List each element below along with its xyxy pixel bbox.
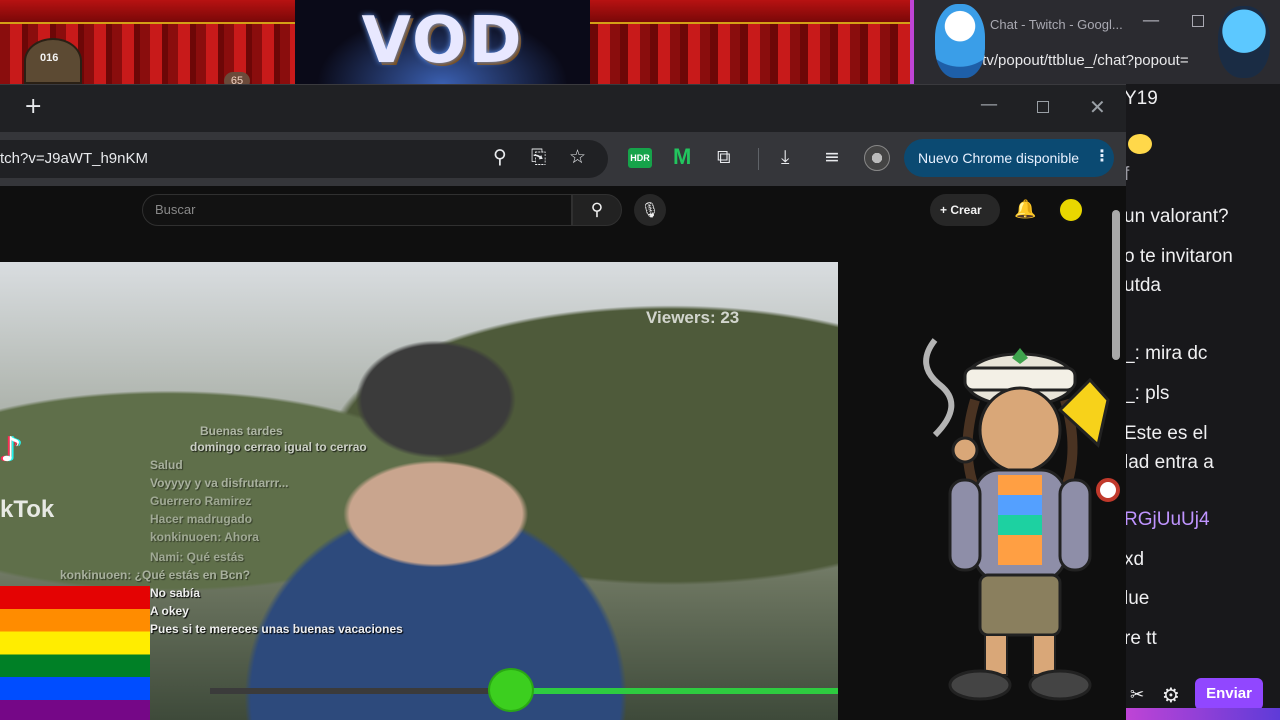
stream-comment: Salud [150,458,183,472]
create-label: Crear [950,203,982,217]
install-app-icon[interactable]: ⎘ [531,146,546,168]
curtain-right-decoration [590,0,910,84]
extensions-puzzle-icon[interactable]: ⧉ [717,146,731,168]
url-text[interactable]: tch?v=J9aWT_h9nKM [0,150,148,167]
bookmark-star-icon[interactable]: ☆ [569,146,586,168]
new-tab-icon[interactable]: + [24,94,42,119]
stream-comment: Buenas tardes [200,424,283,438]
search-icon[interactable]: ⚲ [572,194,622,226]
stream-comment: Pues si te mereces unas buenas vacacione… [150,622,403,636]
progress-fill [511,688,838,694]
twitch-minimize-icon[interactable]: — [1142,10,1160,31]
download-icon[interactable]: ⤓ [781,146,789,168]
smurf-sticker [935,4,985,78]
twitch-tab-title[interactable]: Chat - Twitch - Googl... [990,17,1123,32]
cat-badge: 016 [40,52,59,64]
kebab-menu-icon[interactable]: ⋮ [1094,146,1110,165]
chrome-tabstrip [0,84,1126,132]
stream-comment: Voyyyy y va disfrutarrr... [150,476,289,490]
stream-comment: No sabía [150,586,201,600]
minimize-icon[interactable]: — [980,94,998,115]
mascot-illustration [923,338,1120,701]
tiktok-wordmark: kTok [0,496,55,523]
maximize-icon[interactable] [1037,101,1049,113]
frame-glow [1124,708,1280,720]
tiktok-logo-icon: ♪ [0,430,22,470]
extension-hdr-icon[interactable]: HDR [628,148,652,168]
chat-message: o te invitaron [1124,246,1233,267]
stream-comment: konkinuoen: ¿Qué estás en Bcn? [60,568,251,582]
stream-comment: domingo cerrao igual to cerrao [190,440,367,454]
create-button[interactable]: + Crear [930,194,1000,226]
close-icon[interactable]: ✕ [1089,95,1106,119]
vod-banner: VOD [295,0,590,84]
profile-avatar[interactable] [864,145,890,171]
chat-message: un valorant? [1124,206,1229,227]
microphone-icon[interactable]: 🎙 [634,194,666,226]
toolbar-divider [758,148,759,170]
stream-comment: Guerrero Ramirez [150,494,252,508]
stream-comment: Hacer madrugado [150,512,253,526]
chat-settings-icon[interactable]: ⚙ [1162,683,1180,707]
chat-message: utda [1124,275,1161,296]
zoom-icon[interactable]: ⚲ [493,146,507,168]
notifications-bell-icon[interactable]: 🔔 [1014,199,1036,220]
extension-m-icon[interactable]: M [673,144,691,170]
emote-icon [1128,134,1152,154]
plus-icon: + [940,203,951,217]
chat-message: Y19 [1124,88,1158,109]
viewers-count: Viewers: 23 [646,308,740,327]
stream-comment: konkinuoen: Ahora [150,530,259,544]
twitch-maximize-icon[interactable] [1192,15,1204,27]
progress-knob[interactable] [488,668,534,712]
chrome-update-button[interactable]: Nuevo Chrome disponible [904,139,1114,177]
search-input[interactable]: Buscar [142,194,572,226]
character-sticker [1218,6,1270,78]
stream-comment: Nami: Qué estás [150,550,245,564]
twitch-url-text[interactable]: tch.tv/popout/ttblue_/chat?popout= [958,52,1189,69]
account-avatar[interactable] [1058,197,1084,223]
media-control-icon[interactable]: ≡ [824,146,840,168]
pride-flag-image [0,586,150,720]
vod-logo: VOD [361,4,524,78]
stream-comment: A okey [150,604,189,618]
send-button[interactable]: Enviar [1195,678,1263,710]
